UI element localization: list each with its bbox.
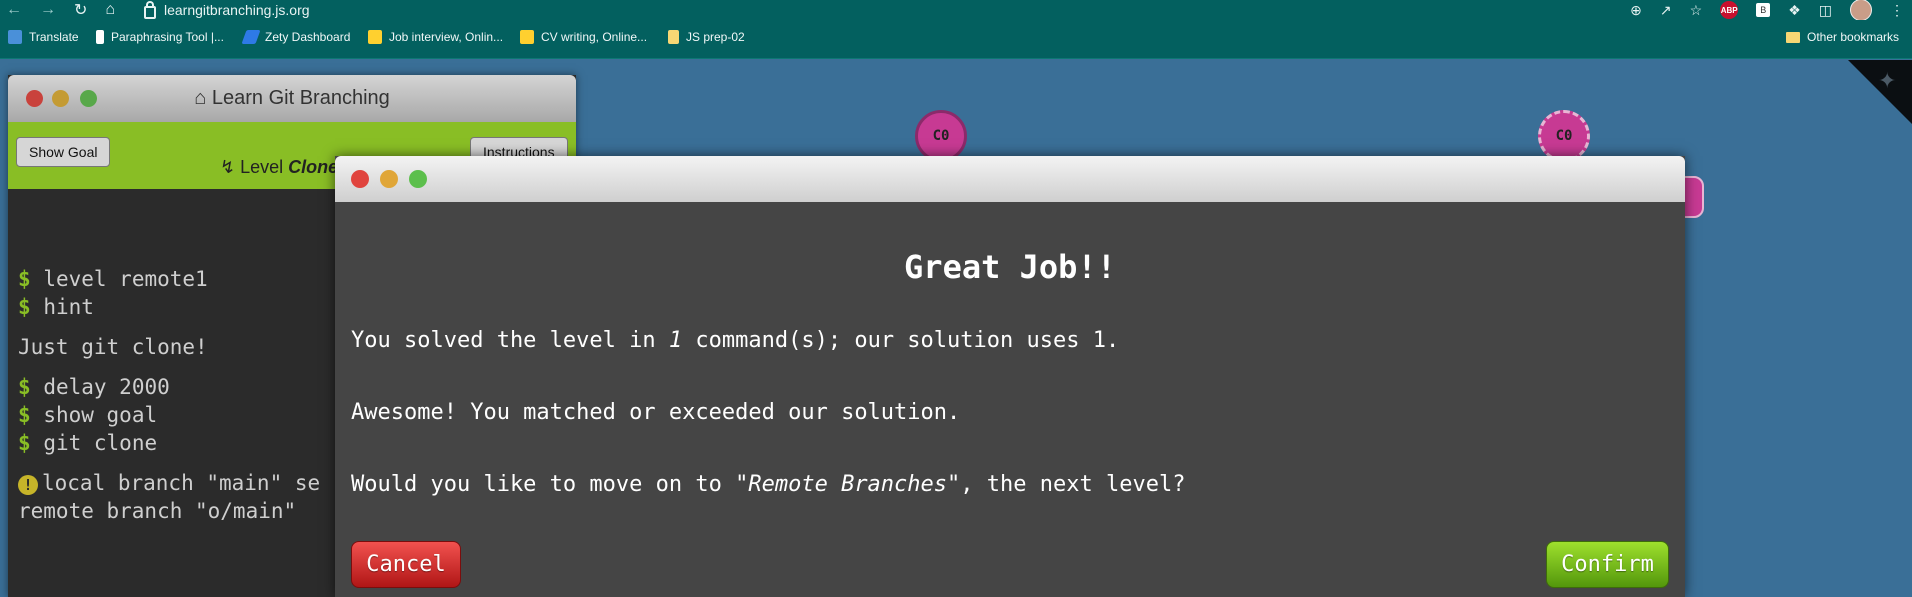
terminal-warning-line: ! local branch "main" se (18, 471, 320, 495)
bookmark-label: Paraphrasing Tool |... (111, 30, 224, 44)
terminal-line: $ level remote1 (18, 267, 208, 291)
command-text: delay 2000 (43, 375, 170, 399)
command-text: git clone (43, 431, 158, 455)
doc-icon (668, 30, 679, 44)
command-count: 1 (668, 328, 683, 353)
minimize-window-icon[interactable] (52, 90, 69, 107)
command-text: hint (43, 295, 94, 319)
terminal-title: Learn Git Branching (211, 87, 390, 109)
level-complete-dialog: Great Job!! You solved the level in 1 co… (335, 156, 1685, 597)
terminal-line: $ hint (18, 295, 94, 319)
minimize-dialog-icon[interactable] (380, 170, 398, 188)
bookmark-label: Other bookmarks (1807, 30, 1900, 44)
bookmark-label: CV writing, Online... (541, 30, 648, 44)
quill-icon (96, 30, 104, 44)
bookmark-label: Translate (29, 30, 79, 44)
cancel-button[interactable]: Cancel (351, 541, 461, 588)
prompt-symbol: $ (18, 403, 31, 427)
reload-icon[interactable]: ↻ (74, 0, 87, 20)
prompt-symbol: $ (18, 431, 31, 455)
command-text: show goal (43, 403, 158, 427)
bookmark-cv-writing[interactable]: CV writing, Online... (520, 30, 647, 44)
kebab-menu-icon[interactable]: ⋮ (1890, 2, 1904, 19)
terminal-output-line: Just git clone! (18, 335, 208, 359)
level-prefix: Level (240, 157, 284, 177)
close-dialog-icon[interactable] (351, 170, 369, 188)
nav-controls: ← → ↻ ⌂ (6, 0, 115, 20)
terminal-line: $ show goal (18, 403, 157, 427)
maximize-dialog-icon[interactable] (409, 170, 427, 188)
terminal-line: $ git clone (18, 431, 157, 455)
result-message: Awesome! You matched or exceeded our sol… (351, 400, 961, 425)
bookmark-job-interview[interactable]: Job interview, Onlin... (368, 30, 503, 44)
next-level-prompt: Would you like to move on to "Remote Bra… (351, 472, 1185, 497)
prompt-symbol: $ (18, 295, 31, 319)
other-bookmarks[interactable]: Other bookmarks (1786, 30, 1899, 44)
back-arrow-icon[interactable]: ← (6, 1, 22, 19)
share-icon[interactable]: ↗ (1660, 2, 1672, 19)
next-level-name: "Remote Branches" (735, 472, 961, 497)
zoom-icon[interactable]: ⊕ (1630, 2, 1642, 19)
terminal-line: $ delay 2000 (18, 375, 170, 399)
prompt-symbol: $ (18, 375, 31, 399)
warning-icon: ! (18, 475, 38, 495)
bookmark-zety[interactable]: Zety Dashboard (241, 30, 351, 44)
puzzle-icon[interactable]: ❖ (1788, 2, 1801, 19)
dialog-heading: Great Job!! (904, 248, 1116, 286)
command-text: level remote1 (43, 267, 208, 291)
lock-icon (144, 0, 156, 19)
confirm-button[interactable]: Confirm (1546, 541, 1669, 588)
close-window-icon[interactable] (26, 90, 43, 107)
toolbar-right: ⊕ ↗ ☆ ABP B ❖ ◫ ⋮ (1630, 0, 1904, 21)
star-icon[interactable]: ☆ (1690, 2, 1703, 19)
sidepanel-icon[interactable]: ◫ (1819, 2, 1832, 19)
forward-arrow-icon[interactable]: → (40, 1, 56, 19)
url-text: learngitbranching.js.org (164, 1, 310, 18)
miro-icon (520, 30, 534, 44)
pin-icon[interactable]: ✦ (1878, 68, 1902, 93)
warning-text: local branch "main" se (42, 471, 321, 495)
maximize-window-icon[interactable] (80, 90, 97, 107)
prompt-text: Would you like to move on to (351, 472, 736, 497)
result-summary: You solved the level in 1 command(s); ou… (351, 328, 1119, 353)
folder-icon (1786, 31, 1800, 43)
terminal-titlebar: ⌂ Learn Git Branching (8, 75, 576, 122)
commit-node-goal[interactable]: C0 (1538, 110, 1590, 162)
commit-label: C0 (1555, 128, 1573, 144)
home-icon[interactable]: ⌂ (105, 1, 115, 19)
bookmark-translate[interactable]: Translate (8, 30, 79, 44)
adblock-icon[interactable]: ABP (1720, 1, 1739, 19)
commit-node[interactable]: C0 (915, 110, 967, 162)
show-goal-button[interactable]: Show Goal (16, 137, 111, 167)
extension-b-icon[interactable]: B (1756, 3, 1771, 17)
bookmark-label: JS prep-02 (686, 30, 745, 44)
dialog-titlebar (335, 156, 1685, 202)
avatar[interactable] (1850, 0, 1872, 21)
browser-toolbar: ← → ↻ ⌂ learngitbranching.js.org ⊕ ↗ ☆ A… (0, 0, 1912, 21)
lightning-icon: ↯ (220, 157, 236, 177)
commit-label: C0 (932, 128, 950, 144)
summary-text: command(s); our solution uses 1. (682, 328, 1120, 353)
translate-icon (8, 30, 22, 44)
zety-icon (241, 30, 261, 44)
bookmark-paraphrasing[interactable]: Paraphrasing Tool |... (96, 30, 224, 44)
bookmark-label: Zety Dashboard (265, 30, 351, 44)
prompt-text: , the next level? (960, 472, 1186, 497)
terminal-output-line: remote branch "o/main" (18, 499, 297, 523)
summary-text: You solved the level in (351, 328, 669, 353)
bookmark-label: Job interview, Onlin... (389, 30, 504, 44)
bookmarks-bar: Translate Paraphrasing Tool |... Zety Da… (0, 20, 1912, 59)
bookmark-js-prep[interactable]: JS prep-02 (668, 30, 745, 44)
address-bar[interactable]: learngitbranching.js.org (144, 0, 310, 20)
prompt-symbol: $ (18, 267, 31, 291)
miro-icon (368, 30, 382, 44)
home-icon: ⌂ (194, 87, 207, 109)
